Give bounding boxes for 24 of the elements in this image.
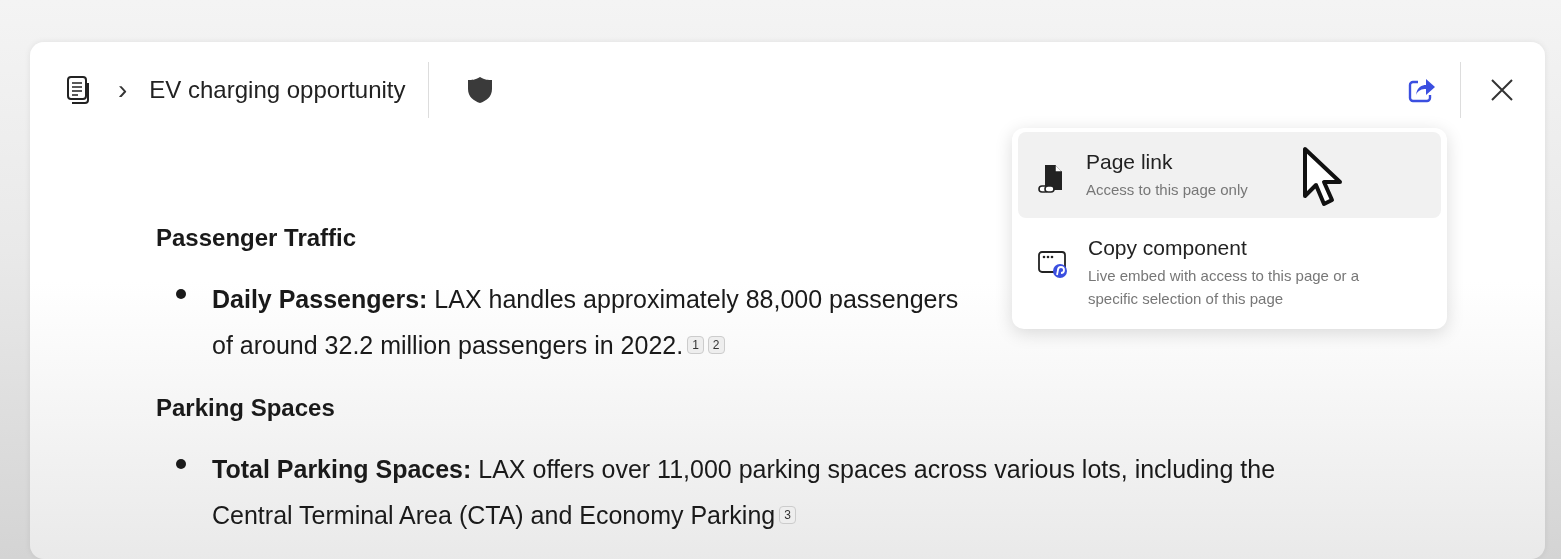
bullet-icon — [176, 289, 186, 299]
share-icon[interactable] — [1408, 77, 1436, 103]
component-embed-icon — [1038, 250, 1068, 278]
menu-item[interactable]: Copy component Live embed with access to this page or a specific selection of this page — [1018, 218, 1441, 325]
page-title: EV charging opportunity — [149, 76, 406, 104]
close-icon[interactable] — [1491, 79, 1513, 101]
section-heading: Parking Spaces — [156, 394, 335, 422]
shield-icon[interactable] — [466, 76, 493, 104]
breadcrumb-chevron: › — [118, 74, 128, 106]
bullet-text: Total Parking Spaces: LAX offers over 11,000 parking spaces across various lots, including the — [212, 454, 1276, 484]
menu-item[interactable]: Page link Access to this page only — [1018, 132, 1441, 218]
citation-badge[interactable]: 1 — [687, 336, 704, 354]
citation-badge[interactable]: 2 — [707, 336, 725, 354]
bullet-text: of around 32.2 million passengers in 2022. — [212, 330, 684, 360]
menu-item-description: Access to this page only — [1086, 180, 1248, 200]
bullet-text: Central Terminal Area (CTA) and Economy Parking — [212, 500, 776, 530]
section-heading: Passenger Traffic — [156, 224, 357, 252]
menu-item-label: Copy component — [1088, 236, 1248, 260]
menu-item-description: Live embed with access to this page or a specific selection of this page — [1088, 266, 1360, 310]
bullet-icon — [176, 459, 186, 469]
menu-item-label: Page link — [1086, 150, 1174, 174]
notebook-pages-icon[interactable] — [66, 75, 92, 105]
citation-badge[interactable]: 3 — [779, 506, 796, 524]
bullet-text: Daily Passengers: LAX handles approximately 88,000 passengers — [212, 284, 959, 314]
